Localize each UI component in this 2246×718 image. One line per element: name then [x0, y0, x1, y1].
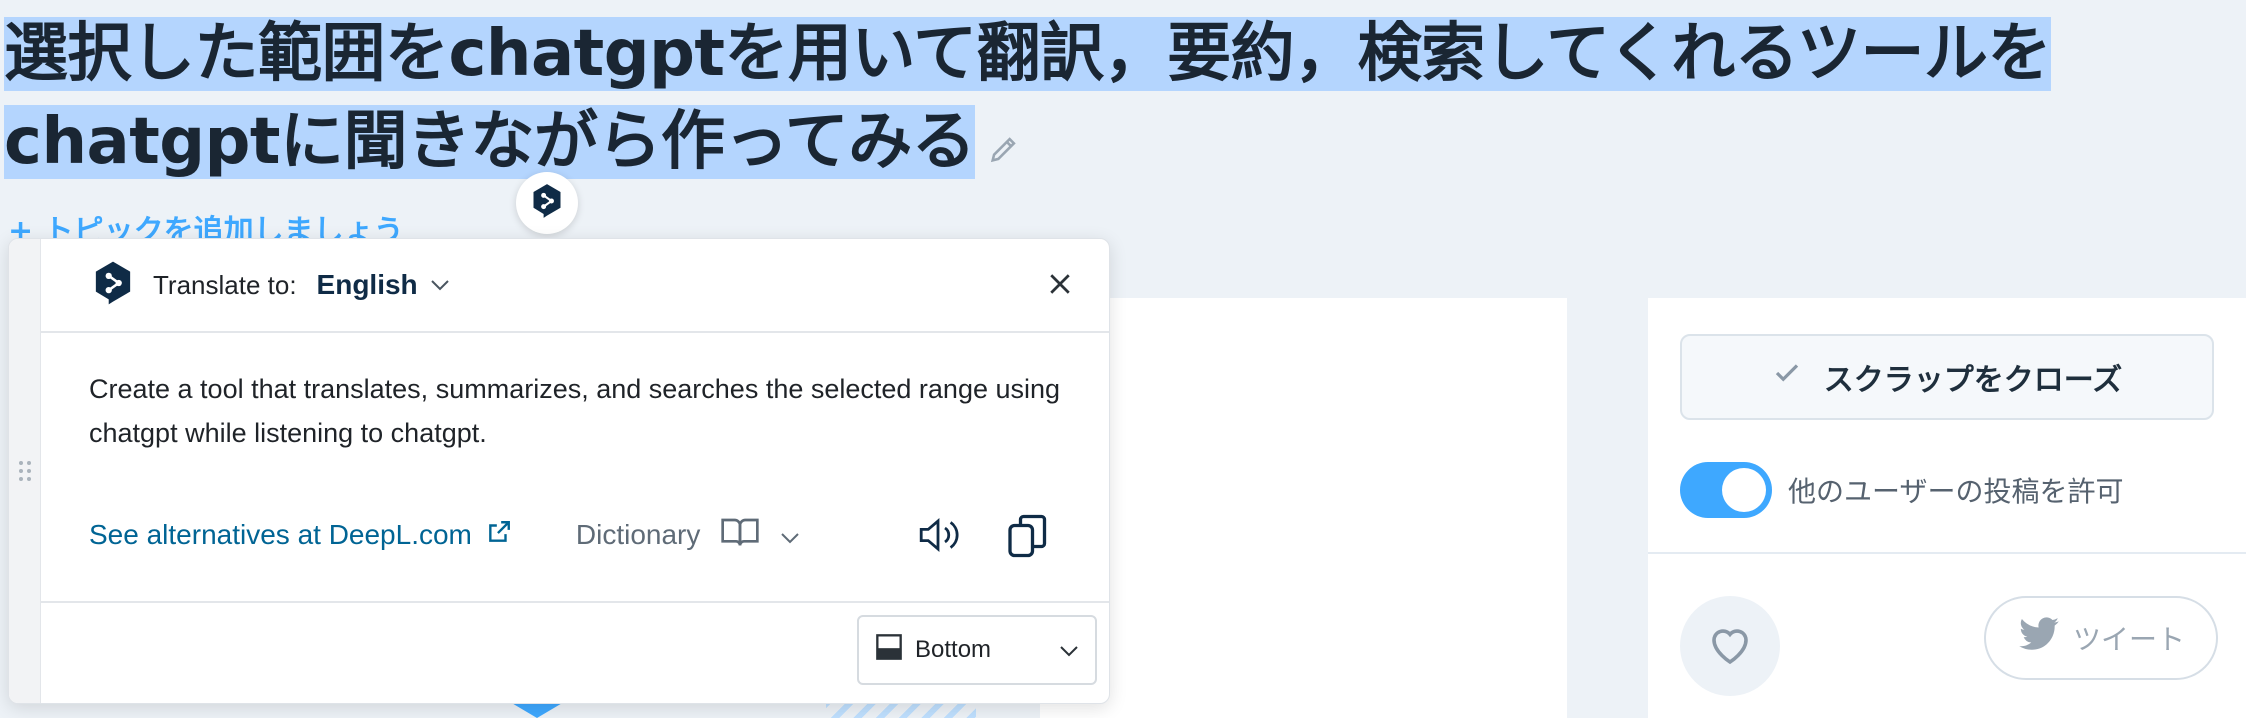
scrap-sidebar: スクラップをクローズ 他のユーザーの投稿を許可 ツイート	[1648, 298, 2246, 718]
allow-posts-label: 他のユーザーの投稿を許可	[1788, 475, 2124, 508]
chevron-down-icon[interactable]	[430, 276, 450, 295]
close-scrap-button[interactable]: スクラップをクローズ	[1680, 334, 2214, 420]
add-topic-link[interactable]: + トピックを追加しましょう	[8, 206, 404, 242]
check-icon	[1772, 358, 1802, 396]
content-illustration-blue	[510, 702, 564, 718]
article-title-text: 選択した範囲をchatgptを用いて翻訳，要約，検索してくれるツールをchatg…	[4, 17, 2051, 179]
twitter-icon	[2017, 616, 2061, 660]
sidebar-divider	[1648, 552, 2246, 554]
close-scrap-label: スクラップをクローズ	[1823, 363, 2123, 398]
dictionary-button[interactable]: Dictionary	[576, 516, 800, 555]
see-alternatives-link[interactable]: See alternatives at DeepL.com	[89, 519, 512, 552]
popup-footer-divider	[41, 601, 1109, 603]
target-language-select[interactable]: English	[317, 269, 418, 301]
deepl-logo-icon	[531, 183, 563, 223]
heart-icon	[1706, 622, 1754, 670]
popup-header: Translate to: English	[41, 239, 1109, 333]
allow-posts-toggle[interactable]	[1680, 462, 1772, 518]
popup-actions: See alternatives at DeepL.com Dictionary	[89, 505, 1069, 565]
dictionary-label: Dictionary	[575, 519, 701, 550]
speaker-icon[interactable]	[917, 515, 959, 560]
deepl-translation-popup: Translate to: English Create a tool that…	[8, 238, 1110, 704]
deepl-floating-button[interactable]	[516, 172, 578, 234]
tweet-button[interactable]: ツイート	[1984, 596, 2218, 680]
chevron-down-icon	[1059, 636, 1079, 664]
popup-position-label: Bottom	[915, 636, 992, 663]
article-title[interactable]: 選択した範囲をchatgptを用いて翻訳，要約，検索してくれるツールをchatg…	[4, 10, 2240, 189]
like-button[interactable]	[1680, 596, 1780, 696]
main-content-card	[1040, 298, 1567, 718]
copy-icon[interactable]	[1007, 513, 1049, 564]
see-alternatives-label: See alternatives at DeepL.com	[89, 519, 472, 550]
allow-posts-row: 他のユーザーの投稿を許可	[1680, 462, 2123, 518]
panel-bottom-icon	[875, 633, 903, 668]
tweet-label: ツイート	[2072, 623, 2185, 656]
popup-position-select[interactable]: Bottom	[857, 615, 1097, 685]
close-icon[interactable]	[1045, 269, 1075, 303]
pencil-icon[interactable]	[987, 101, 1021, 189]
external-link-icon	[486, 519, 512, 552]
chevron-down-icon	[780, 519, 800, 551]
book-icon	[720, 516, 760, 555]
translate-to-label: Translate to:	[153, 269, 297, 300]
deepl-logo-icon	[93, 259, 133, 311]
translation-text: Create a tool that translates, summarize…	[89, 374, 1061, 448]
drag-handle[interactable]	[9, 239, 41, 703]
